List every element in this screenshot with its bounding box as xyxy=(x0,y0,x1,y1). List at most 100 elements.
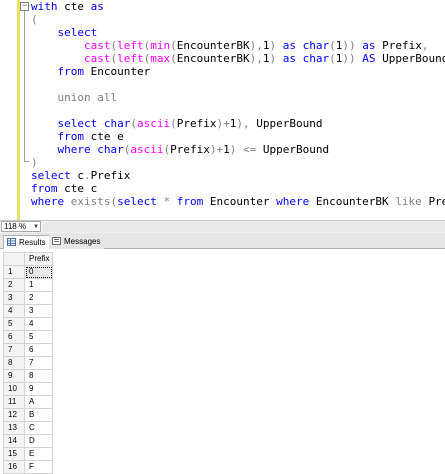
table-row[interactable]: 14 D xyxy=(3,434,53,448)
code-token: min xyxy=(150,39,171,52)
row-number-cell[interactable]: 15 xyxy=(3,447,25,461)
code-token: )) xyxy=(342,39,363,52)
zoom-select[interactable]: 118 % ▼ xyxy=(1,221,41,232)
table-row[interactable]: 13 C xyxy=(3,421,53,435)
code-line[interactable]: from Encounter xyxy=(31,65,151,78)
code-token: Prefix xyxy=(382,39,422,52)
editor-status-bar: 118 % ▼ xyxy=(0,220,445,233)
code-token: from xyxy=(57,65,91,78)
prefix-cell[interactable]: A xyxy=(24,395,53,409)
tab-results[interactable]: Results xyxy=(3,235,51,250)
code-line[interactable]: select c.Prefix xyxy=(31,169,130,182)
prefix-cell[interactable]: 3 xyxy=(24,304,53,318)
horizontal-scrollbar[interactable] xyxy=(43,222,445,232)
prefix-cell[interactable]: 2 xyxy=(24,291,53,305)
prefix-cell[interactable]: E xyxy=(24,447,53,461)
row-number-cell[interactable]: 16 xyxy=(3,460,25,474)
row-number-cell[interactable]: 7 xyxy=(3,343,25,357)
row-number-cell[interactable]: 1 xyxy=(3,265,25,279)
row-number-cell[interactable]: 6 xyxy=(3,330,25,344)
row-number-cell[interactable]: 14 xyxy=(3,434,25,448)
table-row[interactable]: 87 xyxy=(3,356,53,370)
table-row[interactable]: 16 F xyxy=(3,460,53,474)
code-line[interactable]: ) xyxy=(31,156,38,169)
code-line[interactable]: where char(ascii(Prefix)+1) <= UpperBoun… xyxy=(31,143,330,156)
code-token: ), xyxy=(249,52,263,65)
row-number-cell[interactable]: 13 xyxy=(3,421,25,435)
code-line[interactable]: from cte e xyxy=(31,130,124,143)
prefix-cell[interactable]: 6 xyxy=(24,343,53,357)
prefix-cell[interactable]: 7 xyxy=(24,356,53,370)
code-line[interactable]: select xyxy=(31,26,98,39)
prefix-cell[interactable]: 5 xyxy=(24,330,53,344)
code-token: Prefix xyxy=(428,195,445,208)
table-row[interactable]: 65 xyxy=(3,330,53,344)
row-number-cell[interactable]: 9 xyxy=(3,369,25,383)
row-number-cell[interactable]: 10 xyxy=(3,382,25,396)
code-token: Encounter xyxy=(209,195,277,208)
table-row[interactable]: 15 E xyxy=(3,447,53,461)
code-line[interactable]: from cte c xyxy=(31,182,97,195)
code-token: ) xyxy=(269,39,283,52)
prefix-cell[interactable]: 0 xyxy=(24,265,53,279)
table-row[interactable]: 54 xyxy=(3,317,53,331)
code-token: ( xyxy=(130,117,137,130)
row-number-cell[interactable]: 12 xyxy=(3,408,25,422)
code-token: cast xyxy=(83,39,111,52)
chevron-down-icon[interactable]: ▼ xyxy=(33,222,39,232)
code-token: EncounterBK xyxy=(315,195,396,208)
code-line[interactable]: where exists(select * from Encounter whe… xyxy=(31,195,445,208)
row-number-cell[interactable]: 4 xyxy=(3,304,25,318)
table-row[interactable]: 12 B xyxy=(3,408,53,422)
table-row[interactable]: 76 xyxy=(3,343,53,357)
prefix-cell[interactable]: 1 xyxy=(24,278,53,292)
prefix-cell[interactable]: 4 xyxy=(24,317,53,331)
code-token: ascii xyxy=(130,143,164,156)
prefix-cell[interactable]: 8 xyxy=(24,369,53,383)
table-row[interactable]: 21 xyxy=(3,278,53,292)
column-header-prefix[interactable]: Prefix xyxy=(24,252,53,266)
results-grid-pane: Prefix 1 0 2 1 3 2 4 3 5 4 6 5 7 6 8 7 9 8 10 9 11 A 12 B 13 C 14 D… xyxy=(0,249,445,474)
prefix-cell[interactable]: D xyxy=(24,434,53,448)
code-line[interactable]: union all xyxy=(31,91,118,104)
code-line[interactable]: cast(left(min(EncounterBK),1) as char(1)… xyxy=(31,39,428,52)
row-number-cell[interactable]: 2 xyxy=(3,278,25,292)
tab-messages-label: Messages xyxy=(64,237,101,246)
code-token: EncounterBK xyxy=(176,39,250,52)
tab-messages[interactable]: Messages xyxy=(49,235,105,249)
table-row[interactable]: 43 xyxy=(3,304,53,318)
code-token: char xyxy=(302,52,330,65)
row-number-cell[interactable]: 5 xyxy=(3,317,25,331)
row-number-cell[interactable]: 8 xyxy=(3,356,25,370)
code-line[interactable]: ( xyxy=(31,13,38,26)
table-row[interactable]: 10 9 xyxy=(3,382,53,396)
table-row[interactable]: 11 A xyxy=(3,395,53,409)
row-number-cell[interactable]: 11 xyxy=(3,395,25,409)
prefix-cell[interactable]: 9 xyxy=(24,382,53,396)
code-token: from xyxy=(31,182,65,195)
row-number-cell[interactable]: 3 xyxy=(3,291,25,305)
table-row[interactable]: 32 xyxy=(3,291,53,305)
code-line[interactable]: select char(ascii(Prefix)+1), UpperBound xyxy=(31,117,323,130)
code-line[interactable]: with cte as xyxy=(31,0,104,13)
sql-editor[interactable]: − with cte as( select cast(left(min(Enco… xyxy=(0,0,445,220)
code-token: as xyxy=(282,39,303,52)
collapse-region-icon[interactable]: − xyxy=(20,2,29,11)
table-row[interactable]: 98 xyxy=(3,369,53,383)
code-token: ( xyxy=(170,117,177,130)
code-token: ) xyxy=(269,52,283,65)
code-line[interactable]: cast(left(max(EncounterBK),1) as char(1)… xyxy=(31,52,445,65)
prefix-cell[interactable]: F xyxy=(24,460,53,474)
prefix-cell[interactable]: B xyxy=(24,408,53,422)
code-token: ( xyxy=(170,39,177,52)
code-token: where xyxy=(57,143,98,156)
grid-corner-header[interactable] xyxy=(3,252,25,266)
table-row[interactable]: 10 xyxy=(3,265,53,279)
prefix-cell[interactable]: C xyxy=(24,421,53,435)
code-token: cast xyxy=(83,52,111,65)
code-token: ), xyxy=(236,117,257,130)
